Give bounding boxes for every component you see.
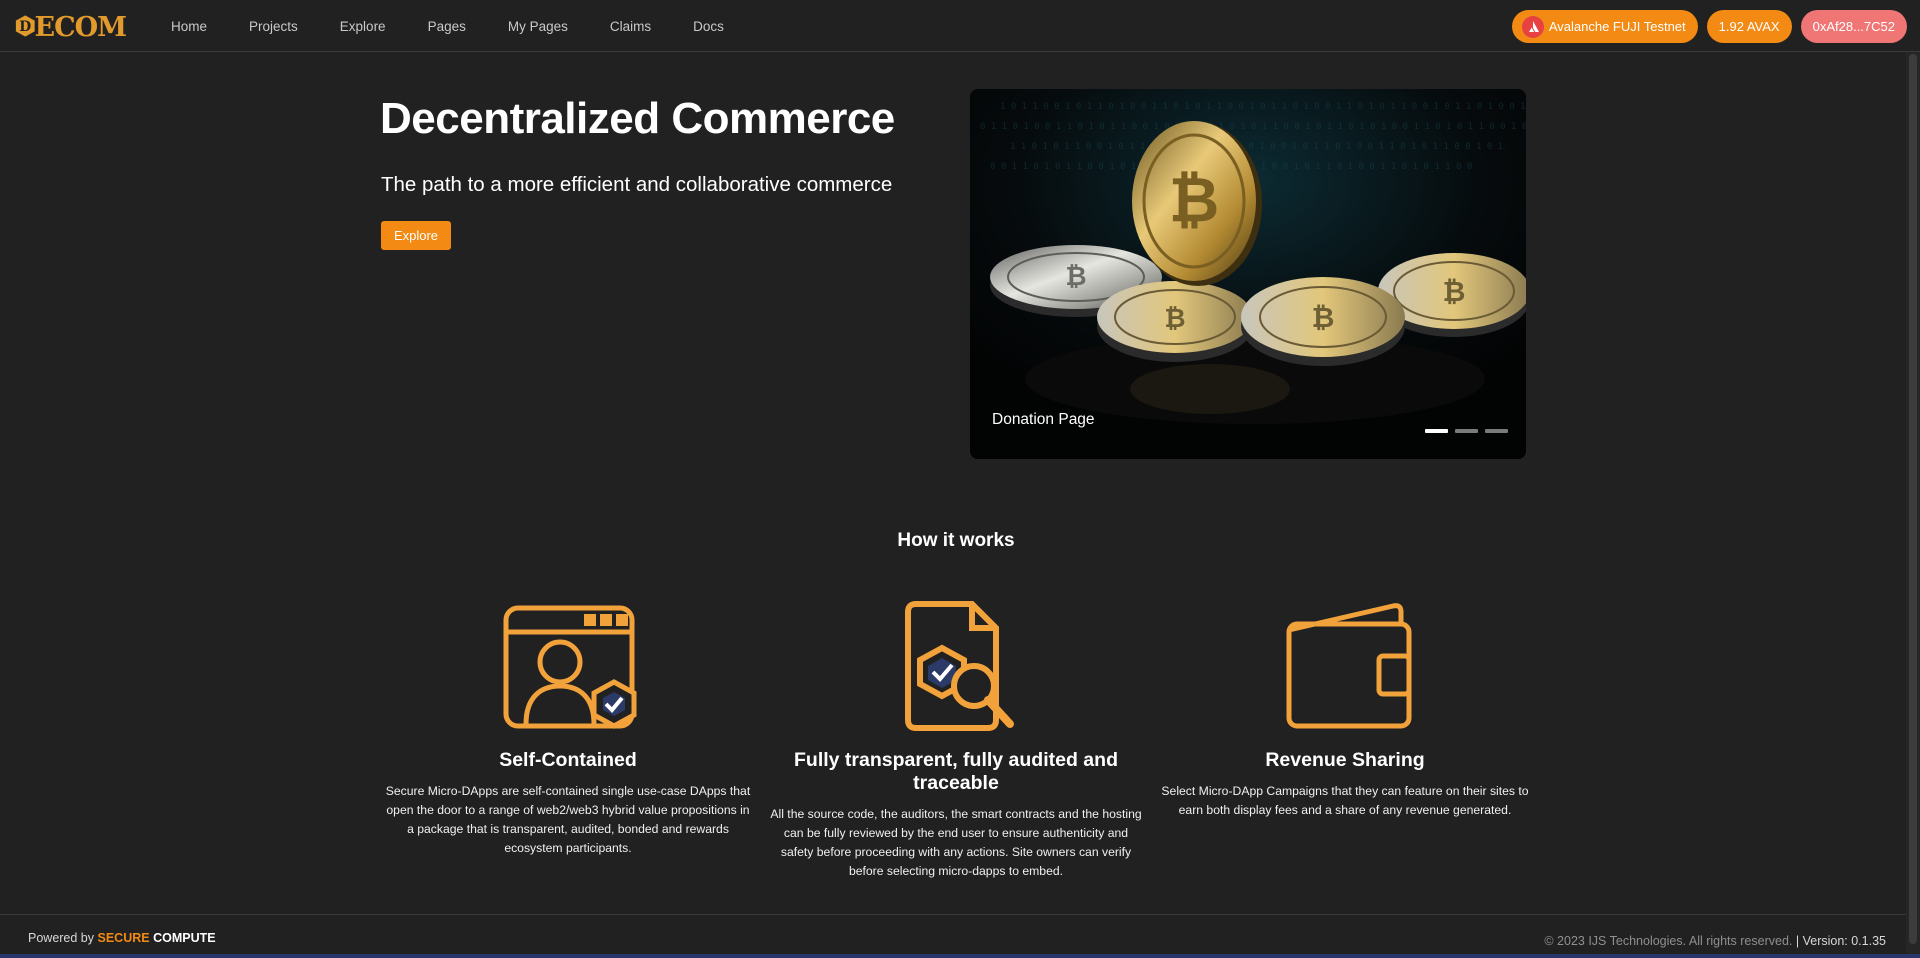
hero-subtitle: The path to a more efficient and collabo… [381, 173, 893, 196]
top-navbar: D ECOM Home Projects Explore Pages My Pa… [0, 0, 1920, 52]
feature-self-contained: Self-Contained Secure Micro-DApps are se… [382, 600, 754, 858]
feature-description: Select Micro-DApp Campaigns that they ca… [1161, 784, 1529, 817]
network-label: Avalanche FUJI Testnet [1548, 19, 1686, 34]
svg-text:1 1 0 1 0 1 1 0 0 1 0 1 1 0 1: 1 1 0 1 0 1 1 0 0 1 0 1 1 0 1 0 0 1 1 0 … [1010, 142, 1503, 152]
avalanche-icon [1521, 15, 1544, 38]
carousel-indicator-3[interactable] [1485, 429, 1508, 433]
carousel-indicator-2[interactable] [1455, 429, 1478, 433]
wallet-address-button[interactable]: 0xAf28...7C52 [1800, 10, 1907, 43]
nav-home[interactable]: Home [150, 19, 228, 34]
logo-letter: D [19, 19, 31, 35]
version-text: Version: 0.1.35 [1802, 934, 1886, 948]
carousel-caption: Donation Page [992, 411, 1095, 428]
self-contained-icon [503, 605, 637, 729]
secure-compute-brand-compute[interactable]: COMPUTE [153, 931, 216, 945]
copyright-text: © 2023 IJS Technologies. All rights rese… [1544, 934, 1793, 948]
powered-by: Powered by SECURE COMPUTE [28, 931, 216, 945]
carousel-indicators [1425, 429, 1508, 433]
feature-description: All the source code, the auditors, the s… [770, 807, 1142, 878]
nav-claims[interactable]: Claims [589, 19, 672, 34]
logo-hexagon-icon: D [15, 15, 35, 37]
hero-title: Decentralized Commerce [380, 94, 895, 143]
audit-search-icon [905, 601, 1014, 731]
feature-revenue-sharing: Revenue Sharing Select Micro-DApp Campai… [1159, 600, 1531, 820]
feature-title: Revenue Sharing [1265, 749, 1425, 771]
footer: Powered by SECURE COMPUTE © 2023 IJS Tec… [0, 914, 1906, 954]
page-scrollbar[interactable] [1906, 52, 1920, 954]
svg-text:0 1 1 0 1 0 0 1 1 0 1 0 1 1 0: 0 1 1 0 1 0 0 1 1 0 1 0 1 1 0 0 1 0 1 0 … [980, 122, 1526, 132]
feature-description: Secure Micro-DApps are self-contained si… [385, 784, 751, 855]
svg-text:₿: ₿ [1164, 304, 1185, 334]
carousel-indicator-1[interactable] [1425, 429, 1448, 433]
nav-pages[interactable]: Pages [407, 19, 487, 34]
feature-title: Fully transparent, fully audited and tra… [794, 749, 1118, 794]
svg-text:₿: ₿ [1443, 275, 1466, 308]
bitcoin-coins-image: 1 0 1 1 0 0 1 0 1 1 0 1 0 0 1 1 0 1 0 1 … [970, 89, 1526, 459]
nav-my-pages[interactable]: My Pages [487, 19, 589, 34]
footer-info: © 2023 IJS Technologies. All rights rese… [1544, 934, 1886, 948]
how-it-works-title: How it works [897, 530, 1015, 551]
svg-text:₿: ₿ [1065, 262, 1086, 292]
nav-projects[interactable]: Projects [228, 19, 319, 34]
feature-title: Self-Contained [499, 749, 637, 771]
svg-text:1 0 1 1 0 0 1 0 1 1 0 1 0 0 1: 1 0 1 1 0 0 1 0 1 1 0 1 0 0 1 1 0 1 0 1 … [1000, 102, 1526, 112]
explore-button[interactable]: Explore [381, 221, 451, 250]
wallet-icon [1286, 603, 1412, 729]
decom-logo[interactable]: D ECOM [14, 8, 127, 44]
balance-badge[interactable]: 1.92 AVAX [1706, 10, 1792, 43]
nav-explore[interactable]: Explore [319, 19, 407, 34]
secure-compute-brand-secure[interactable]: SECURE [98, 931, 150, 945]
powered-by-label: Powered by [28, 931, 95, 945]
scrollbar-thumb[interactable] [1909, 54, 1917, 944]
bottom-accent-line [0, 954, 1920, 958]
logo-text: ECOM [34, 11, 127, 43]
svg-text:₿: ₿ [1169, 163, 1220, 236]
svg-text:₿: ₿ [1312, 301, 1335, 334]
wallet-controls: Avalanche FUJI Testnet 1.92 AVAX 0xAf28.… [1511, 10, 1907, 43]
footer-separator: | [1795, 934, 1800, 948]
featured-carousel[interactable]: 1 0 1 1 0 0 1 0 1 1 0 1 0 0 1 1 0 1 0 1 … [970, 89, 1526, 459]
network-button[interactable]: Avalanche FUJI Testnet [1511, 10, 1698, 43]
main-nav: Home Projects Explore Pages My Pages Cla… [150, 0, 745, 52]
feature-transparent: Fully transparent, fully audited and tra… [770, 600, 1142, 881]
nav-docs[interactable]: Docs [672, 19, 745, 34]
